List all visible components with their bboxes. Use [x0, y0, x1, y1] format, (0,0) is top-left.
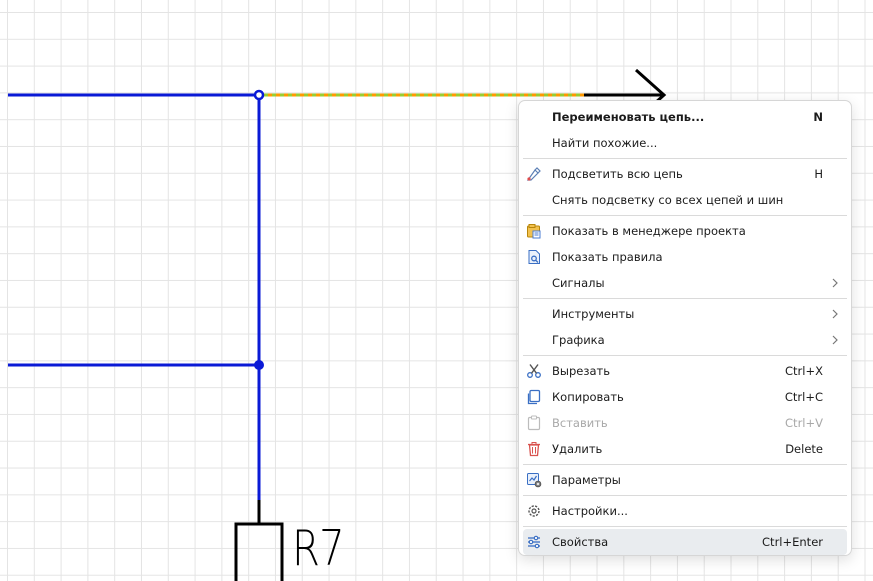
menu-item-parameters[interactable]: Параметры	[523, 467, 847, 493]
menu-item-rename-net[interactable]: Переименовать цепь... N	[523, 104, 847, 130]
menu-item-label: Снять подсветку со всех цепей и шин	[552, 193, 784, 207]
menu-item-label: Параметры	[552, 473, 621, 487]
menu-item-label: Подсветить всю цепь	[552, 167, 683, 181]
resistor-body[interactable]	[234, 522, 284, 581]
menu-item-label: Настройки...	[552, 504, 628, 518]
menu-item-label: Удалить	[552, 442, 603, 456]
menu-separator	[523, 495, 847, 496]
context-menu[interactable]: Переименовать цепь... N Найти похожие... По…	[518, 100, 852, 556]
paste-icon	[526, 415, 542, 431]
chevron-right-icon	[829, 334, 841, 346]
menu-item-cut[interactable]: Вырезать Ctrl+X	[523, 358, 847, 384]
properties-icon	[526, 534, 542, 550]
menu-item-shortcut: Ctrl+C	[784, 390, 823, 404]
menu-item-paste[interactable]: Вставить Ctrl+V	[523, 410, 847, 436]
menu-item-copy[interactable]: Копировать Ctrl+C	[523, 384, 847, 410]
trash-icon	[526, 441, 542, 457]
menu-item-label: Найти похожие...	[552, 136, 658, 150]
junction-dot	[253, 89, 265, 101]
menu-separator	[523, 464, 847, 465]
component-ref-label: R7	[292, 520, 345, 577]
menu-item-tools[interactable]: Инструменты	[523, 301, 847, 327]
menu-item-shortcut: N	[813, 110, 823, 124]
menu-item-label: Сигналы	[552, 276, 605, 290]
menu-item-label: Свойства	[552, 535, 609, 549]
menu-item-delete[interactable]: Удалить Delete	[523, 436, 847, 462]
menu-item-shortcut: Ctrl+V	[785, 416, 823, 430]
scissors-icon	[526, 363, 542, 379]
menu-item-label: Графика	[552, 333, 605, 347]
menu-item-show-rules[interactable]: Показать правила	[523, 244, 847, 270]
menu-item-settings[interactable]: Настройки...	[523, 498, 847, 524]
parameters-icon	[526, 472, 542, 488]
chevron-right-icon	[829, 277, 841, 289]
menu-item-find-similar[interactable]: Найти похожие...	[523, 130, 847, 156]
menu-item-label: Показать правила	[552, 250, 663, 264]
menu-item-clear-highlight[interactable]: Снять подсветку со всех цепей и шин	[523, 187, 847, 213]
project-manager-icon	[526, 223, 542, 239]
menu-item-show-in-project-manager[interactable]: Показать в менеджере проекта	[523, 218, 847, 244]
menu-item-highlight-net[interactable]: Подсветить всю цепь H	[523, 161, 847, 187]
menu-item-graphics[interactable]: Графика	[523, 327, 847, 353]
menu-item-shortcut: Ctrl+Enter	[762, 535, 823, 549]
copy-icon	[526, 389, 542, 405]
menu-separator	[523, 158, 847, 159]
chevron-right-icon	[829, 308, 841, 320]
menu-item-signals[interactable]: Сигналы	[523, 270, 847, 296]
menu-item-properties[interactable]: Свойства Ctrl+Enter	[523, 529, 847, 555]
menu-item-label: Вырезать	[552, 364, 610, 378]
menu-separator	[523, 355, 847, 356]
menu-item-shortcut: Ctrl+X	[785, 364, 823, 378]
menu-separator	[523, 215, 847, 216]
menu-item-shortcut: H	[814, 167, 823, 181]
highlight-pen-icon	[526, 166, 542, 182]
menu-item-label: Инструменты	[552, 307, 635, 321]
menu-separator	[523, 526, 847, 527]
menu-separator	[523, 298, 847, 299]
menu-item-shortcut: Delete	[785, 442, 823, 456]
menu-item-label: Переименовать цепь...	[552, 110, 705, 124]
junction-dot	[254, 360, 264, 370]
menu-item-label: Копировать	[552, 390, 624, 404]
menu-item-label: Вставить	[552, 416, 608, 430]
rules-icon	[526, 249, 542, 265]
menu-item-label: Показать в менеджере проекта	[552, 224, 746, 238]
gear-icon	[526, 503, 542, 519]
